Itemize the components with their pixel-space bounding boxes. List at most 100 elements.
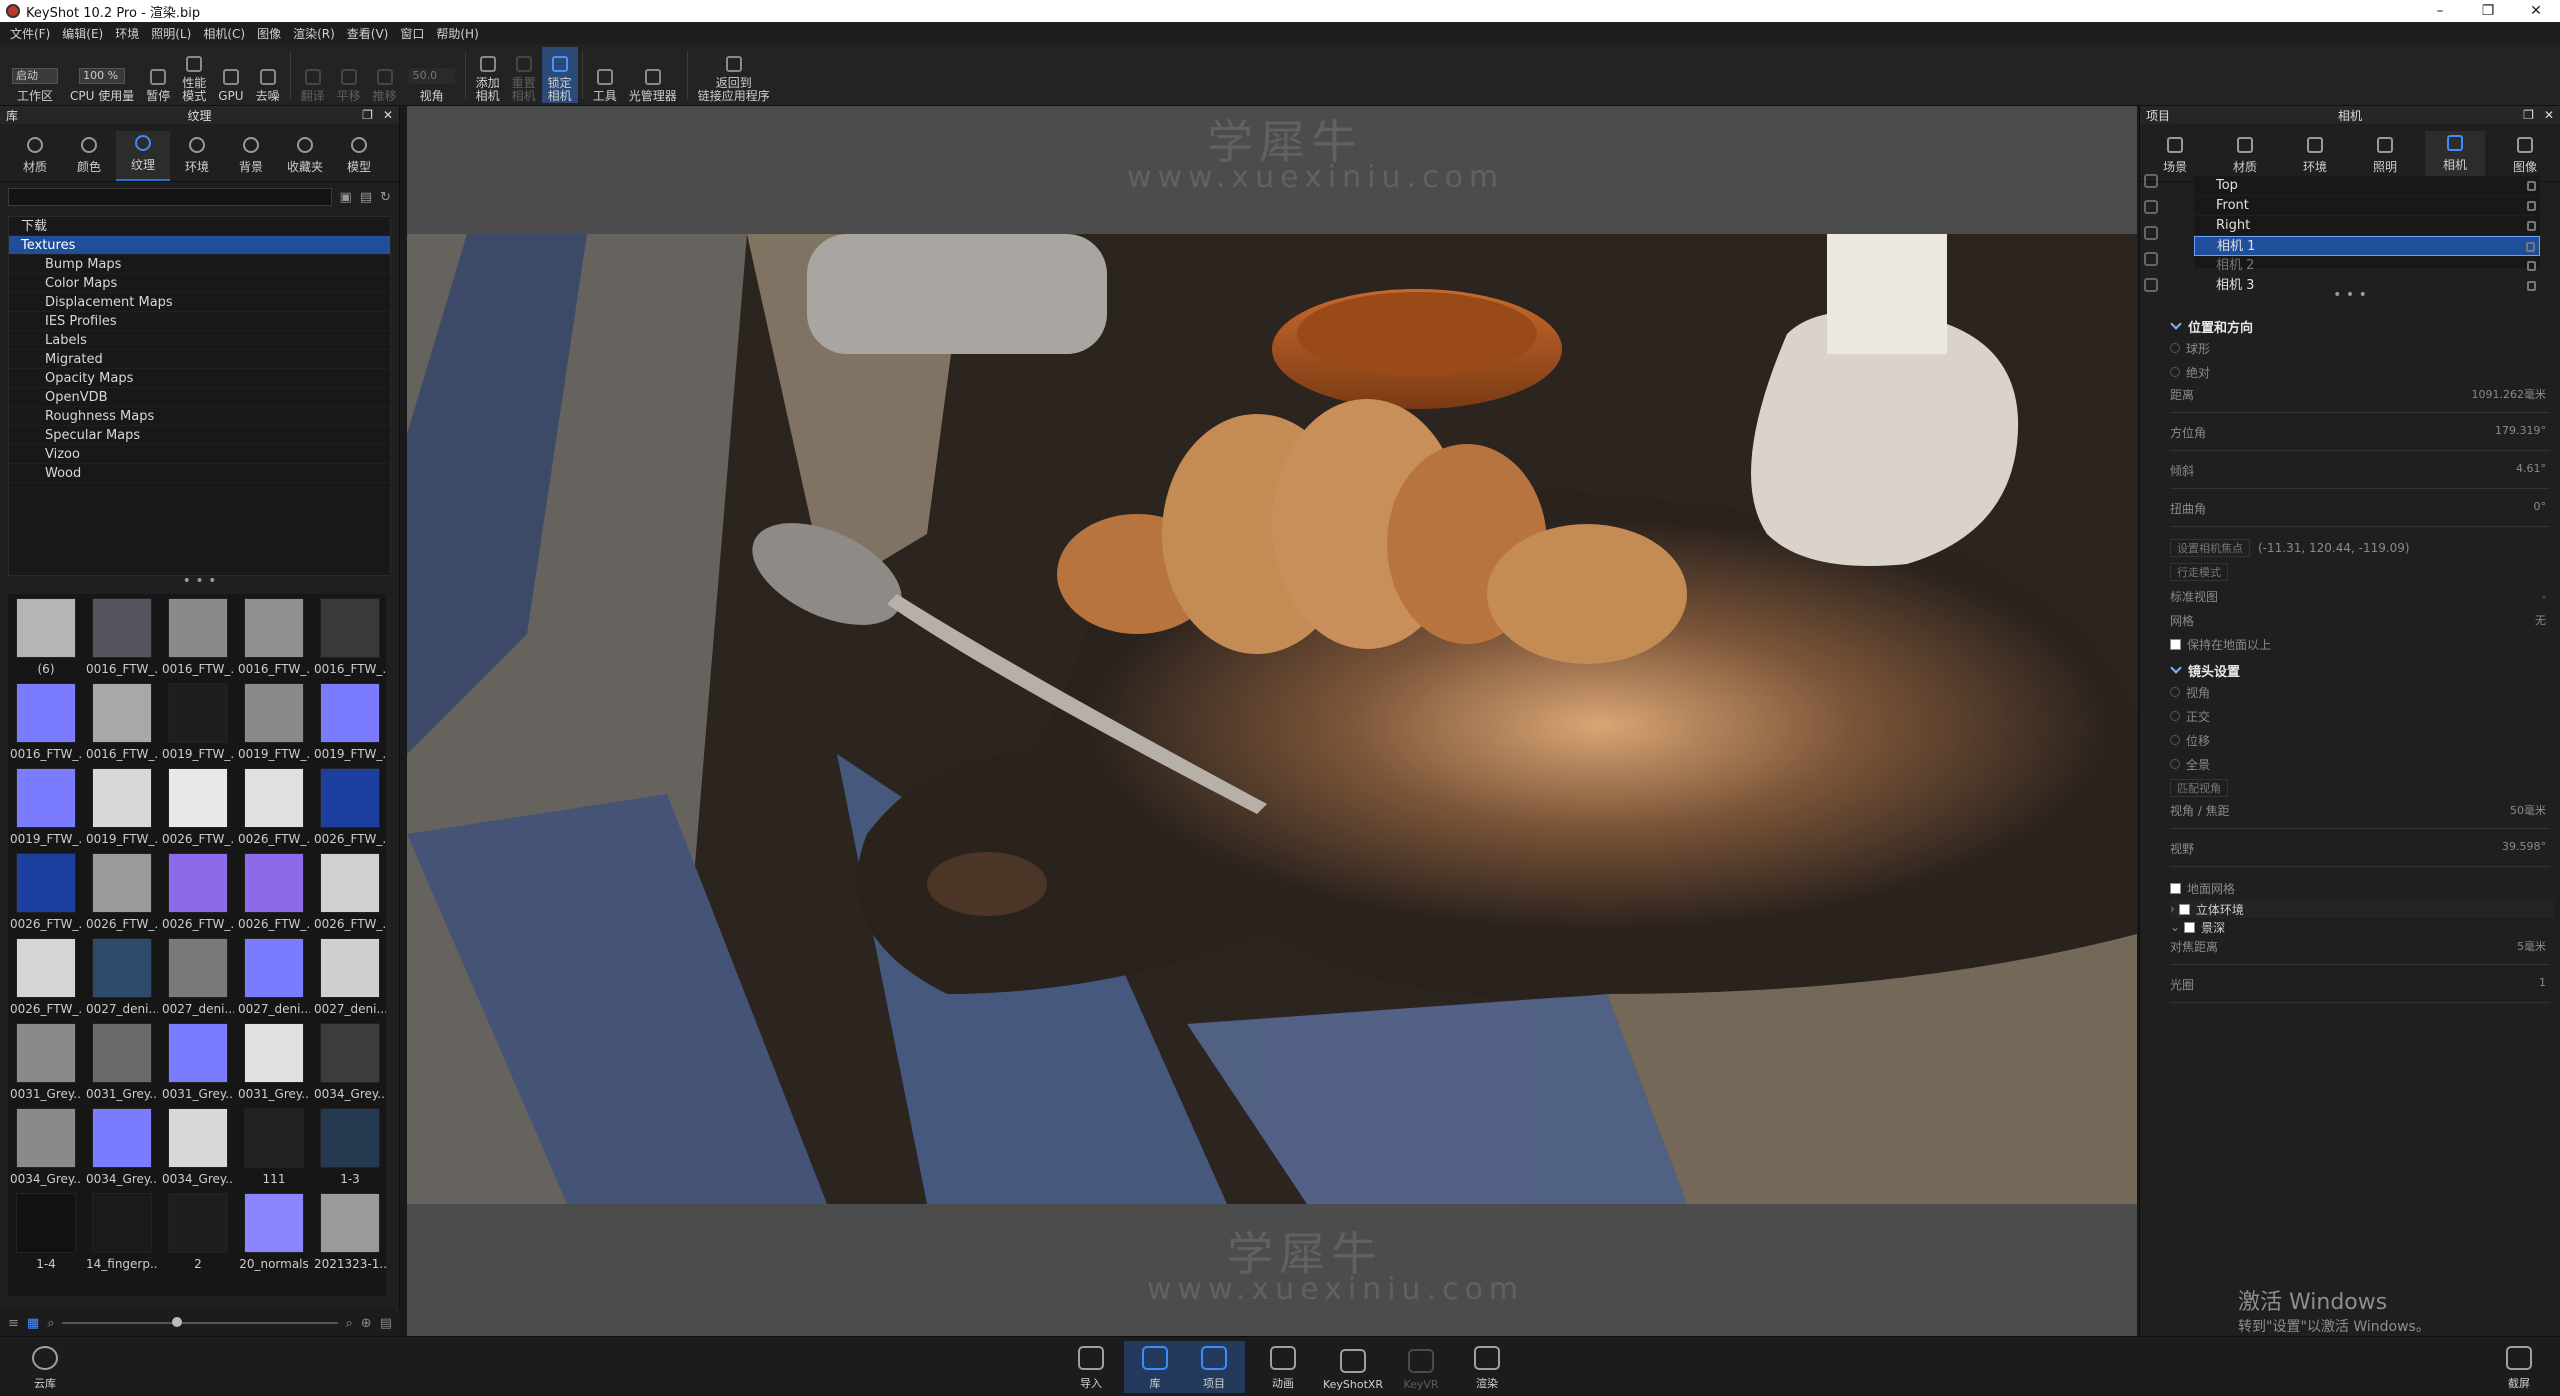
render-button[interactable]: 渲染 bbox=[1456, 1341, 1518, 1393]
performance-mode-button[interactable]: 性能 模式 bbox=[176, 47, 212, 103]
menu-window[interactable]: 窗口 bbox=[394, 25, 430, 42]
tab-material[interactable]: 材质 bbox=[2215, 131, 2275, 181]
thumbnail-image[interactable] bbox=[92, 1108, 152, 1168]
radio-icon[interactable] bbox=[2170, 711, 2180, 721]
thumbnail-image[interactable] bbox=[244, 938, 304, 998]
thumbnail-image[interactable] bbox=[16, 938, 76, 998]
texture-thumbnail[interactable]: 0027_deni... bbox=[86, 938, 158, 1023]
thumbnail-image[interactable] bbox=[92, 598, 152, 658]
ground-grid-checkbox[interactable] bbox=[2170, 882, 2181, 894]
field-of-view-slider[interactable]: 视野 39.598° bbox=[2170, 838, 2554, 876]
tab-materials[interactable]: 材质 bbox=[8, 131, 62, 181]
stereo-row[interactable]: › 立体环境 bbox=[2170, 900, 2554, 918]
keep-above-ground-checkbox[interactable] bbox=[2170, 638, 2181, 650]
field-value[interactable]: 39.598° bbox=[2502, 840, 2546, 853]
camera-list-item[interactable]: Front bbox=[2194, 196, 2540, 216]
camera-history-icon[interactable] bbox=[2144, 252, 2158, 266]
folder-icon[interactable]: ▤ bbox=[360, 190, 372, 205]
thumbnail-image[interactable] bbox=[244, 853, 304, 913]
texture-thumbnail[interactable]: 0031_Grey... bbox=[10, 1023, 82, 1108]
lock-camera-button[interactable]: 锁定 相机 bbox=[541, 46, 578, 103]
menu-camera[interactable]: 相机(C) bbox=[197, 25, 251, 42]
tab-environment[interactable]: 环境 bbox=[2285, 131, 2345, 181]
texture-thumbnail[interactable]: 0019_FTW_... bbox=[10, 768, 82, 853]
light-manager-button[interactable]: 光管理器 bbox=[623, 47, 683, 103]
camera-list-item[interactable]: Top bbox=[2194, 176, 2540, 196]
texture-thumbnail[interactable]: 0026_FTW_... bbox=[10, 938, 82, 1023]
close-button[interactable]: ✕ bbox=[2512, 3, 2560, 19]
field-value[interactable]: 4.61° bbox=[2516, 462, 2546, 475]
pan-button[interactable]: 平移 bbox=[331, 47, 367, 103]
texture-thumbnail[interactable]: 0027_deni... bbox=[238, 938, 310, 1023]
texture-thumbnail[interactable]: 0019_FTW_... bbox=[162, 683, 234, 768]
folder-add-icon[interactable]: ▣ bbox=[340, 190, 352, 205]
thumbnail-image[interactable] bbox=[168, 598, 228, 658]
twist-slider[interactable]: 扭曲角 0° bbox=[2170, 498, 2554, 536]
tree-item[interactable]: Opacity Maps bbox=[9, 369, 390, 388]
texture-thumbnail[interactable]: 0027_deni... bbox=[162, 938, 234, 1023]
texture-thumbnail[interactable]: 0031_Grey... bbox=[238, 1023, 310, 1108]
camera-list-item[interactable]: Right bbox=[2194, 216, 2540, 236]
thumbnail-image[interactable] bbox=[16, 853, 76, 913]
field-value[interactable]: 179.319° bbox=[2495, 424, 2546, 437]
splitter-handle[interactable]: • • • bbox=[2140, 288, 2560, 304]
menu-help[interactable]: 帮助(H) bbox=[430, 25, 484, 42]
texture-thumbnail[interactable]: 0027_deni... bbox=[314, 938, 386, 1023]
back-to-linked-app-button[interactable]: 返回到 链接应用程序 bbox=[692, 47, 776, 103]
texture-thumbnail[interactable]: 14_fingerp... bbox=[86, 1193, 158, 1278]
thumbnail-image[interactable] bbox=[92, 938, 152, 998]
duplicate-camera-icon[interactable] bbox=[2144, 200, 2158, 214]
screenshot-button[interactable]: 截屏 bbox=[2488, 1341, 2550, 1393]
texture-thumbnail[interactable]: 0026_FTW_... bbox=[314, 853, 386, 938]
tree-item-textures[interactable]: Textures bbox=[9, 236, 390, 255]
tab-image[interactable]: 图像 bbox=[2495, 131, 2555, 181]
tree-item[interactable]: Migrated bbox=[9, 350, 390, 369]
tree-item[interactable]: Labels bbox=[9, 331, 390, 350]
thumbnail-image[interactable] bbox=[16, 1108, 76, 1168]
dolly-button[interactable]: 推移 bbox=[367, 47, 403, 103]
tab-backplates[interactable]: 背景 bbox=[224, 131, 278, 181]
undock-icon[interactable]: ❐ bbox=[2523, 108, 2534, 122]
lock-icon[interactable] bbox=[2526, 242, 2535, 252]
workspace-select[interactable]: 启动 工作区 bbox=[6, 47, 64, 103]
thumbnail-image[interactable] bbox=[168, 683, 228, 743]
field-value[interactable]: 5毫米 bbox=[2517, 938, 2546, 954]
thumbnail-image[interactable] bbox=[320, 1023, 380, 1083]
thumbnail-image[interactable] bbox=[168, 1193, 228, 1253]
grid-view-icon[interactable]: ▦ bbox=[27, 1316, 39, 1331]
tree-item[interactable]: Specular Maps bbox=[9, 426, 390, 445]
texture-thumbnail[interactable]: 0019_FTW_... bbox=[238, 683, 310, 768]
add-to-library-icon[interactable]: ⊕ bbox=[361, 1316, 372, 1331]
field-value[interactable]: 1 bbox=[2539, 976, 2546, 989]
thumbnail-image[interactable] bbox=[92, 768, 152, 828]
menu-view[interactable]: 查看(V) bbox=[341, 25, 395, 42]
gpu-button[interactable]: GPU bbox=[212, 47, 249, 103]
tools-button[interactable]: 工具 bbox=[587, 47, 623, 103]
texture-thumbnail[interactable]: 0019_FTW_... bbox=[314, 683, 386, 768]
animation-button[interactable]: 动画 bbox=[1252, 1341, 1314, 1393]
dof-row[interactable]: ⌄ 景深 bbox=[2170, 918, 2554, 936]
radio-icon[interactable] bbox=[2170, 759, 2180, 769]
texture-thumbnail[interactable]: 0031_Grey... bbox=[162, 1023, 234, 1108]
texture-thumbnail[interactable]: 0016_FTW_... bbox=[162, 598, 234, 683]
texture-thumbnail[interactable]: 0016_FTW_... bbox=[238, 598, 310, 683]
set-focus-button[interactable]: 设置相机焦点 bbox=[2170, 539, 2250, 557]
tree-item[interactable]: Bump Maps bbox=[9, 255, 390, 274]
focus-distance-slider[interactable]: 对焦距离 5毫米 bbox=[2170, 936, 2554, 974]
undock-icon[interactable]: ❐ bbox=[362, 108, 373, 122]
dof-checkbox[interactable] bbox=[2184, 921, 2196, 933]
keyshotxr-button[interactable]: KeyShotXR bbox=[1322, 1341, 1384, 1393]
tab-environments[interactable]: 环境 bbox=[170, 131, 224, 181]
list-view-icon[interactable]: ≡ bbox=[8, 1316, 19, 1331]
thumbnail-image[interactable] bbox=[244, 598, 304, 658]
section-lens-settings[interactable]: 镜头设置 bbox=[2170, 660, 2554, 680]
inclination-slider[interactable]: 倾斜 4.61° bbox=[2170, 460, 2554, 498]
menu-file[interactable]: 文件(F) bbox=[4, 25, 56, 42]
menu-image[interactable]: 图像 bbox=[251, 25, 287, 42]
thumbnail-image[interactable] bbox=[16, 1023, 76, 1083]
tumble-button[interactable]: 翻译 bbox=[295, 47, 331, 103]
texture-thumbnail[interactable]: 2021323-1... bbox=[314, 1193, 386, 1278]
slider-track[interactable] bbox=[2170, 1002, 2550, 1003]
texture-thumbnail[interactable]: 2 bbox=[162, 1193, 234, 1278]
texture-thumbnail[interactable]: 0026_FTW_... bbox=[314, 768, 386, 853]
